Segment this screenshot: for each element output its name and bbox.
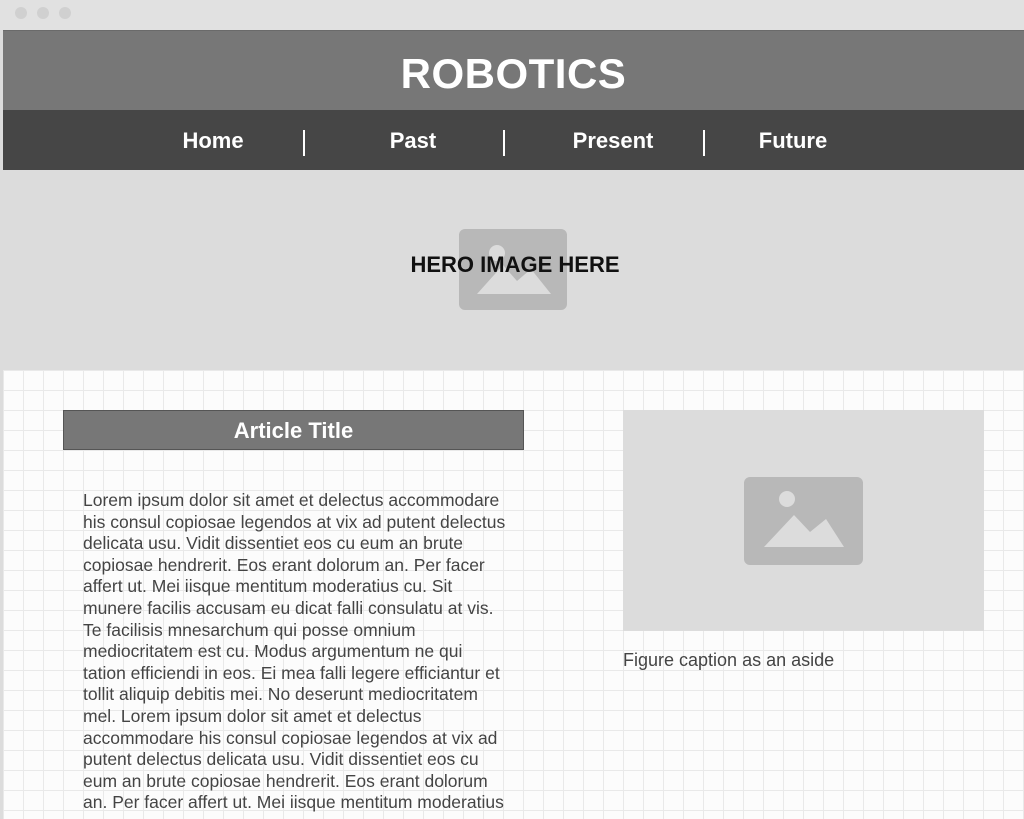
main-nav: Home Past Present Future	[3, 110, 1024, 170]
window-minimize-dot[interactable]	[37, 7, 49, 19]
nav-separator	[503, 130, 505, 156]
nav-item-present[interactable]: Present	[513, 128, 713, 154]
article-body: Lorem ipsum dolor sit amet et delectus a…	[83, 490, 506, 819]
site-title: ROBOTICS	[400, 50, 627, 97]
hero-image: HERO IMAGE HERE	[3, 170, 1024, 370]
nav-item-home[interactable]: Home	[113, 128, 313, 154]
window-close-dot[interactable]	[15, 7, 27, 19]
nav-item-past[interactable]: Past	[313, 128, 513, 154]
nav-separator	[303, 130, 305, 156]
hero-text: HERO IMAGE HERE	[410, 252, 620, 277]
window-titlebar	[0, 0, 1024, 30]
article-title: Article Title	[63, 410, 524, 450]
image-placeholder-icon	[744, 477, 863, 565]
window-maximize-dot[interactable]	[59, 7, 71, 19]
figure-caption: Figure caption as an aside	[623, 650, 835, 670]
nav-item-future[interactable]: Future	[693, 128, 893, 154]
site-header: ROBOTICS	[3, 30, 1024, 110]
figure-image	[623, 410, 984, 631]
page-canvas: ROBOTICS Home Past Present Future HERO I…	[3, 30, 1024, 819]
